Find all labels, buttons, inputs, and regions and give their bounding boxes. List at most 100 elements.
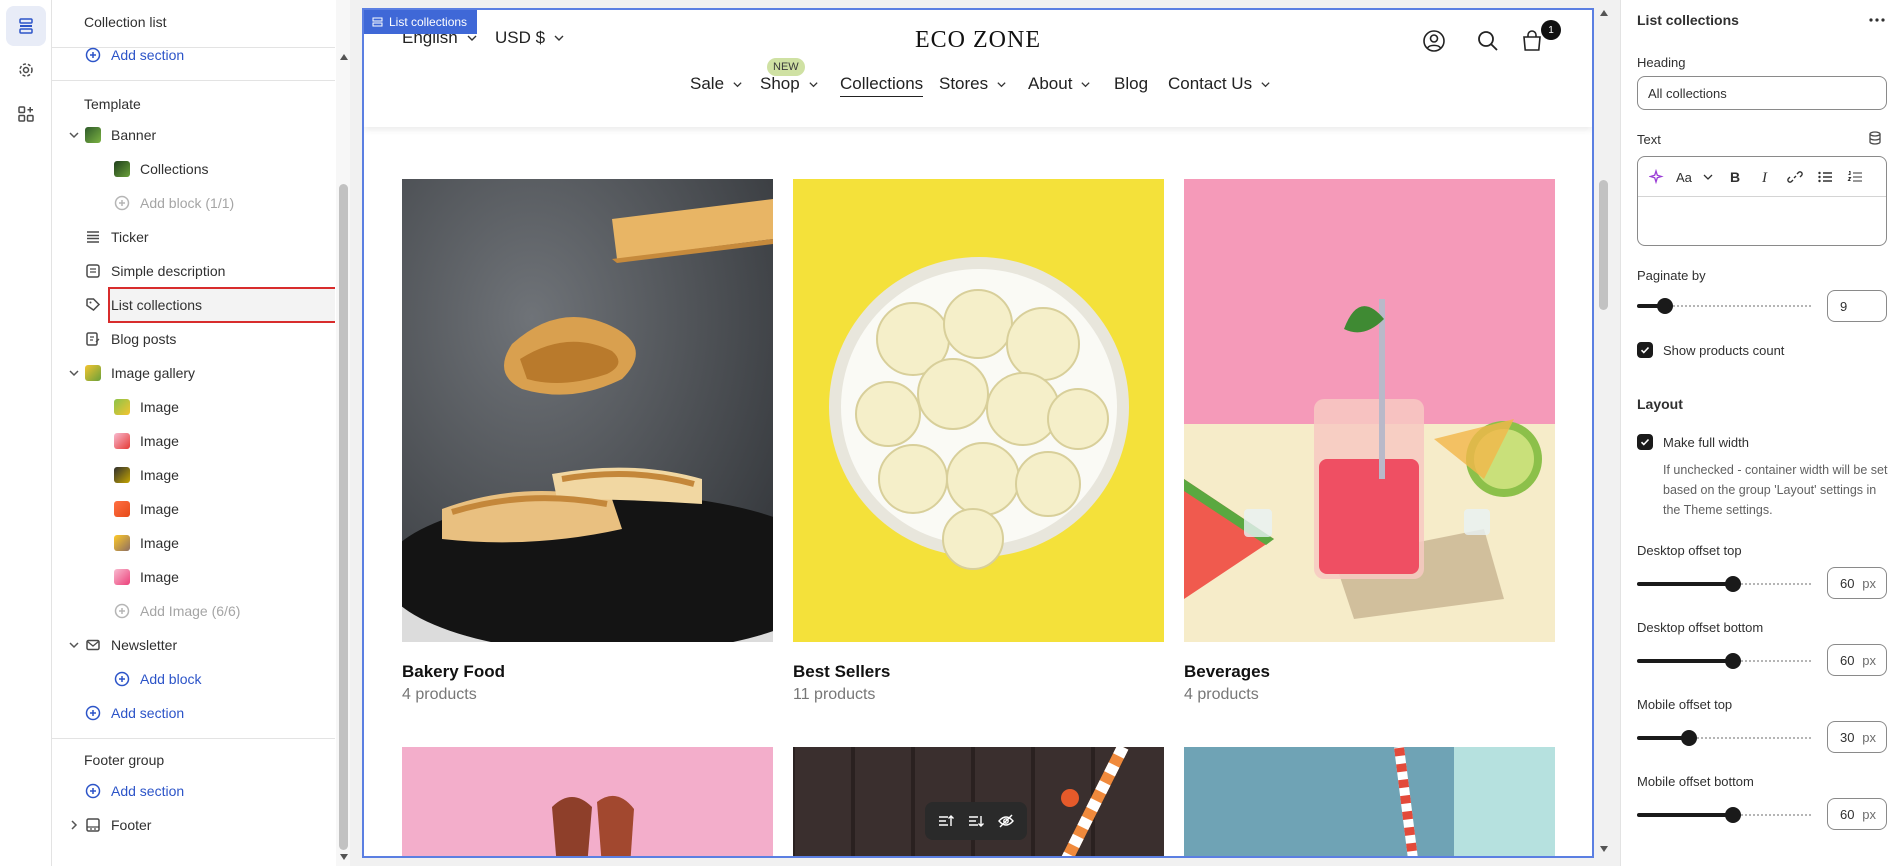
slider-handle[interactable]: [1725, 653, 1741, 669]
mobile-offset-top-slider[interactable]: [1637, 730, 1813, 746]
scrollbar-thumb[interactable]: [339, 184, 348, 850]
desktop-offset-top-slider[interactable]: [1637, 576, 1813, 592]
collection-title[interactable]: Bakery Food: [402, 662, 505, 682]
slider-handle[interactable]: [1725, 576, 1741, 592]
plus-circle-icon: [85, 783, 101, 799]
collection-title[interactable]: Beverages: [1184, 662, 1270, 682]
chevron-down-icon[interactable]: [68, 639, 80, 651]
move-down-icon[interactable]: [967, 812, 985, 830]
sidebar-item-image-gallery[interactable]: Image gallery: [85, 357, 195, 389]
dynamic-source-icon[interactable]: [1867, 130, 1883, 146]
sidebar-item-collections[interactable]: Collections: [114, 153, 208, 185]
chevron-right-icon[interactable]: [68, 819, 80, 831]
collection-count: 4 products: [1184, 686, 1259, 703]
chevron-down-icon: [997, 81, 1006, 87]
mobile-offset-bottom-input[interactable]: 60 px: [1827, 798, 1887, 830]
add-section-button[interactable]: Add section: [85, 39, 184, 71]
ai-sparkle-icon[interactable]: [1644, 164, 1670, 190]
numbered-list-icon[interactable]: [1842, 164, 1868, 190]
nav-item-sale[interactable]: Sale: [690, 74, 743, 94]
add-section-button[interactable]: Add section: [85, 697, 184, 729]
sidebar-item-label: Image gallery: [111, 365, 196, 381]
sidebar-item-simple-description[interactable]: Simple description: [85, 255, 225, 287]
scroll-up-arrow[interactable]: [340, 54, 348, 60]
sidebar-item-label: Blog posts: [111, 331, 177, 347]
make-full-width-checkbox[interactable]: Make full width: [1637, 434, 1749, 450]
add-block-button[interactable]: Add block (1/1): [114, 187, 234, 219]
paginate-slider[interactable]: [1637, 298, 1813, 314]
sidebar-item-image[interactable]: Image: [114, 527, 179, 559]
sidebar-item-list-collections[interactable]: List collections: [85, 289, 202, 321]
slider-handle[interactable]: [1657, 298, 1673, 314]
nav-item-collections[interactable]: Collections: [840, 74, 924, 97]
sidebar-item-banner[interactable]: Banner: [85, 119, 156, 151]
sidebar-item-label: Image: [140, 399, 179, 415]
chevron-down-icon[interactable]: [68, 129, 80, 141]
svg-text:Aa: Aa: [1676, 170, 1693, 185]
sidebar-item-blog-posts[interactable]: Blog posts: [85, 323, 176, 355]
font-size-icon[interactable]: Aa: [1674, 164, 1718, 190]
scroll-down-arrow[interactable]: [340, 854, 348, 860]
move-up-icon[interactable]: [937, 812, 955, 830]
checkbox-checked[interactable]: [1637, 434, 1653, 450]
collection-title[interactable]: Best Sellers: [793, 662, 890, 682]
nav-item-contact-us[interactable]: Contact Us: [1168, 74, 1271, 94]
scroll-up-arrow[interactable]: [1600, 10, 1608, 16]
scroll-down-arrow[interactable]: [1600, 846, 1608, 852]
desktop-offset-top-input[interactable]: 60 px: [1827, 567, 1887, 599]
checkbox-label: Show products count: [1663, 342, 1785, 358]
search-icon[interactable]: [1475, 28, 1501, 54]
show-products-count-checkbox[interactable]: Show products count: [1637, 342, 1784, 358]
nav-item-stores[interactable]: Stores: [939, 74, 1007, 94]
sidebar-item-label: Banner: [111, 127, 157, 143]
slider-handle[interactable]: [1681, 730, 1697, 746]
nav-item-shop[interactable]: Shop: [760, 74, 819, 94]
desktop-offset-bottom-input[interactable]: 60 px: [1827, 644, 1887, 676]
sidebar-item-newsletter[interactable]: Newsletter: [85, 629, 177, 661]
plus-circle-icon: [85, 47, 101, 63]
paginate-input[interactable]: 9: [1827, 290, 1887, 322]
sections-icon[interactable]: [6, 6, 46, 46]
sidebar-item-image[interactable]: Image: [114, 425, 179, 457]
nav-item-blog[interactable]: Blog: [1114, 74, 1148, 94]
account-icon[interactable]: [1421, 28, 1447, 54]
gear-icon[interactable]: [6, 50, 46, 90]
sidebar-item-ticker[interactable]: Ticker: [85, 221, 149, 253]
image-thumbnail: [114, 501, 130, 517]
sidebar-scrollbar[interactable]: [336, 0, 350, 866]
add-block-button[interactable]: Add block: [114, 663, 201, 695]
heading-input[interactable]: All collections: [1637, 76, 1887, 110]
sidebar-item-image[interactable]: Image: [114, 391, 179, 423]
sidebar-item-image[interactable]: Image: [114, 493, 179, 525]
preview-scrollbar[interactable]: [1596, 0, 1610, 866]
sidebar-item-footer[interactable]: Footer: [85, 809, 151, 841]
divider: [52, 738, 335, 739]
bullet-list-icon[interactable]: [1812, 164, 1838, 190]
store-logo[interactable]: ECO ZONE: [364, 27, 1592, 54]
unit-label: px: [1862, 652, 1876, 668]
text-editor[interactable]: Aa B I: [1637, 156, 1887, 246]
mobile-offset-bottom-slider[interactable]: [1637, 807, 1813, 823]
more-options-icon[interactable]: [1865, 12, 1889, 28]
checkbox-checked[interactable]: [1637, 342, 1653, 358]
unit-label: px: [1862, 729, 1876, 745]
slider-handle[interactable]: [1725, 807, 1741, 823]
bold-icon[interactable]: B: [1722, 164, 1748, 190]
chevron-down-icon[interactable]: [68, 367, 80, 379]
unit-label: px: [1862, 806, 1876, 822]
mobile-offset-top-input[interactable]: 30 px: [1827, 721, 1887, 753]
footer-add-section-button[interactable]: Add section: [85, 775, 184, 807]
nav-item-about[interactable]: About: [1028, 74, 1091, 94]
desktop-offset-bottom-slider[interactable]: [1637, 653, 1813, 669]
tag-icon: [86, 298, 101, 311]
hide-icon[interactable]: [997, 812, 1015, 830]
apps-icon[interactable]: [6, 94, 46, 134]
sidebar-item-image[interactable]: Image: [114, 459, 179, 491]
add-image-button[interactable]: Add Image (6/6): [114, 595, 240, 627]
link-icon[interactable]: [1782, 164, 1808, 190]
scrollbar-thumb[interactable]: [1599, 180, 1608, 310]
italic-icon[interactable]: I: [1752, 164, 1778, 190]
sidebar-item-image[interactable]: Image: [114, 561, 179, 593]
offset-value: 30: [1840, 729, 1855, 745]
gallery-thumbnail: [85, 365, 101, 381]
